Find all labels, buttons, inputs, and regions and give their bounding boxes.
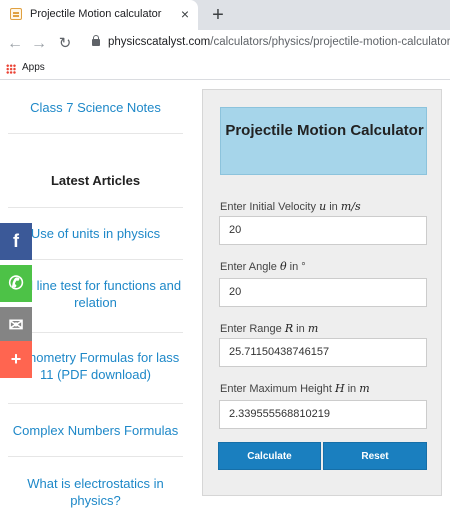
reload-icon[interactable]: ↻: [54, 33, 76, 55]
velocity-input[interactable]: 20: [219, 216, 427, 245]
article-link[interactable]: igonometry Formulas for lass 11 (PDF dow…: [8, 349, 183, 383]
article-link[interactable]: What is electrostatics in physics?: [8, 475, 183, 509]
latest-articles-heading: Latest Articles: [50, 173, 141, 188]
angle-label: Enter Angle θ in °: [220, 260, 306, 273]
close-tab-icon[interactable]: ×: [176, 5, 194, 23]
apps-bookmark[interactable]: Apps: [22, 62, 45, 73]
calculator-title: Projectile Motion Calculator: [225, 122, 424, 139]
email-share-button[interactable]: ✉: [0, 307, 32, 344]
whatsapp-icon: ✆: [8, 273, 24, 293]
sidebar-divider: [8, 207, 183, 208]
sidebar-divider: [8, 133, 183, 134]
bookmarks-bar: Apps: [0, 58, 450, 80]
projectile-calculator: Projectile Motion Calculator Enter Initi…: [202, 89, 442, 496]
site-favicon-icon: [10, 8, 22, 20]
sidebar-link-class7-notes[interactable]: Class 7 Science Notes: [8, 99, 183, 116]
whatsapp-share-button[interactable]: ✆: [0, 265, 32, 302]
more-share-button[interactable]: +: [0, 341, 32, 378]
sidebar-divider: [8, 332, 183, 333]
url-host: physicscatalyst.com: [108, 36, 211, 48]
article-link[interactable]: Complex Numbers Formulas: [8, 422, 183, 439]
article-link[interactable]: tical line test for functions and relati…: [8, 277, 183, 311]
facebook-share-button[interactable]: f: [0, 223, 32, 260]
calculator-title-box: Projectile Motion Calculator: [220, 107, 427, 175]
page-content: Class 7 Science Notes Latest Articles Us…: [0, 81, 450, 511]
range-label: Enter Range R in m: [220, 322, 319, 335]
sidebar-divider: [8, 456, 183, 457]
reset-button[interactable]: Reset: [323, 442, 427, 470]
forward-arrow-icon[interactable]: →: [28, 33, 50, 55]
velocity-label: Enter Initial Velocity u in m/s: [220, 200, 361, 213]
url-path: /calculators/physics/projectile-motion-c…: [210, 36, 450, 48]
plus-icon: +: [10, 349, 22, 369]
sidebar-divider: [8, 403, 183, 404]
angle-input[interactable]: 20: [219, 278, 427, 307]
apps-grid-icon[interactable]: [6, 64, 16, 74]
navigation-bar: ← → ↻ physicscatalyst.com/calculators/ph…: [0, 30, 450, 58]
browser-tab[interactable]: Projectile Motion calculator ×: [0, 0, 198, 30]
range-input[interactable]: 25.71150438746157: [219, 338, 427, 367]
tab-bar: Projectile Motion calculator × +: [0, 0, 450, 30]
new-tab-button[interactable]: +: [206, 3, 230, 27]
tab-title: Projectile Motion calculator: [30, 8, 162, 20]
article-link[interactable]: Use of units in physics: [8, 225, 183, 242]
calculate-button[interactable]: Calculate: [218, 442, 321, 470]
lock-icon[interactable]: [92, 35, 100, 46]
max-height-input[interactable]: 2.339555568810219: [219, 400, 427, 429]
back-arrow-icon[interactable]: ←: [4, 33, 26, 55]
facebook-icon: f: [13, 231, 19, 251]
max-height-label: Enter Maximum Height H in m: [220, 382, 370, 395]
sidebar-divider: [8, 259, 183, 260]
email-icon: ✉: [8, 315, 24, 335]
address-bar[interactable]: physicscatalyst.com/calculators/physics/…: [108, 36, 450, 48]
